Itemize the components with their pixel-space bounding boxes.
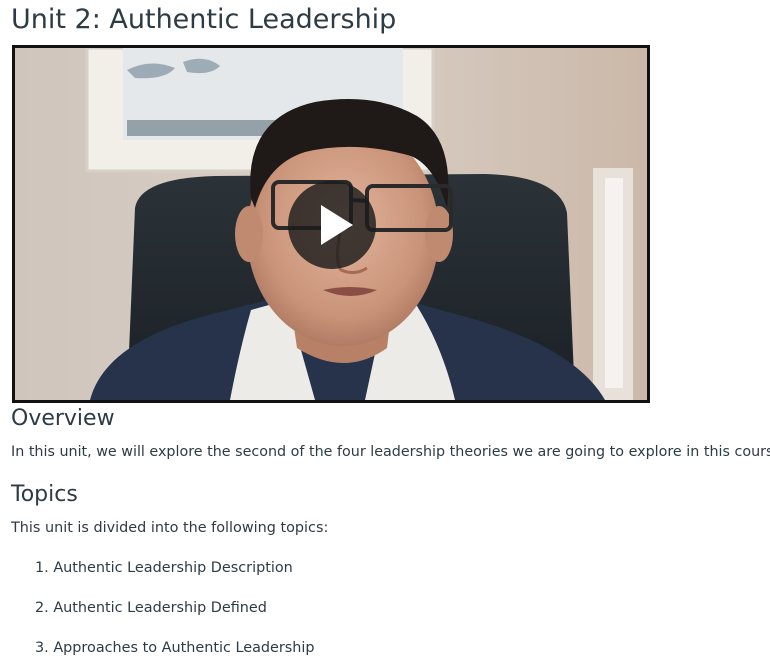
topic-label: Authentic Leadership Description (53, 560, 293, 576)
topic-label: Authentic Leadership Defined (53, 600, 267, 616)
topic-list-item: 2. Authentic Leadership Defined (35, 598, 267, 618)
topic-list-item: 3. Approaches to Authentic Leadership (35, 638, 315, 658)
overview-heading: Overview (11, 406, 115, 431)
overview-text: In this unit, we will explore the second… (11, 444, 770, 460)
topic-number: 3. (35, 640, 49, 656)
topic-label: Approaches to Authentic Leadership (53, 640, 315, 656)
page-content: Unit 2: Authentic Leadership Overview In… (0, 0, 770, 660)
topic-number: 1. (35, 560, 49, 576)
topic-list-item: 1. Authentic Leadership Description (35, 558, 293, 578)
play-icon (321, 205, 353, 245)
topic-number: 2. (35, 600, 49, 616)
topics-heading: Topics (11, 482, 78, 507)
play-button[interactable] (288, 181, 376, 269)
page-title: Unit 2: Authentic Leadership (11, 4, 397, 35)
topics-intro: This unit is divided into the following … (11, 520, 329, 536)
video-player[interactable] (12, 45, 650, 403)
